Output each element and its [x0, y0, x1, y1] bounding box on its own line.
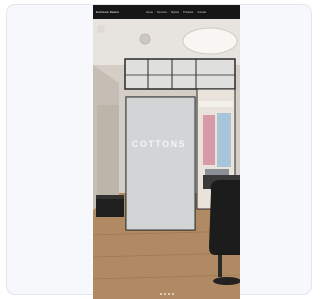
nav-item-products[interactable]: Products — [183, 11, 193, 14]
nav-item-services[interactable]: Services — [157, 11, 167, 14]
nav-item-contact[interactable]: Contact — [197, 11, 206, 14]
nav-item-home[interactable]: Home — [146, 11, 153, 14]
carousel-dot[interactable] — [163, 293, 166, 295]
site-header: Cottons Salon Home Services Stylists Pro… — [93, 5, 240, 19]
brand-logo[interactable]: Cottons Salon — [96, 10, 132, 14]
carousel-dot[interactable] — [159, 293, 162, 295]
carousel-dot[interactable] — [171, 293, 174, 295]
nav-item-stylists[interactable]: Stylists — [171, 11, 179, 14]
carousel-pager — [93, 293, 240, 295]
carousel-dot[interactable] — [167, 293, 170, 295]
door-sign: COTTONS — [131, 139, 187, 149]
mobile-preview: Cottons Salon Home Services Stylists Pro… — [93, 5, 240, 299]
salon-interior-photo — [93, 19, 240, 299]
nav-menu: Home Services Stylists Products Contact — [146, 11, 206, 14]
